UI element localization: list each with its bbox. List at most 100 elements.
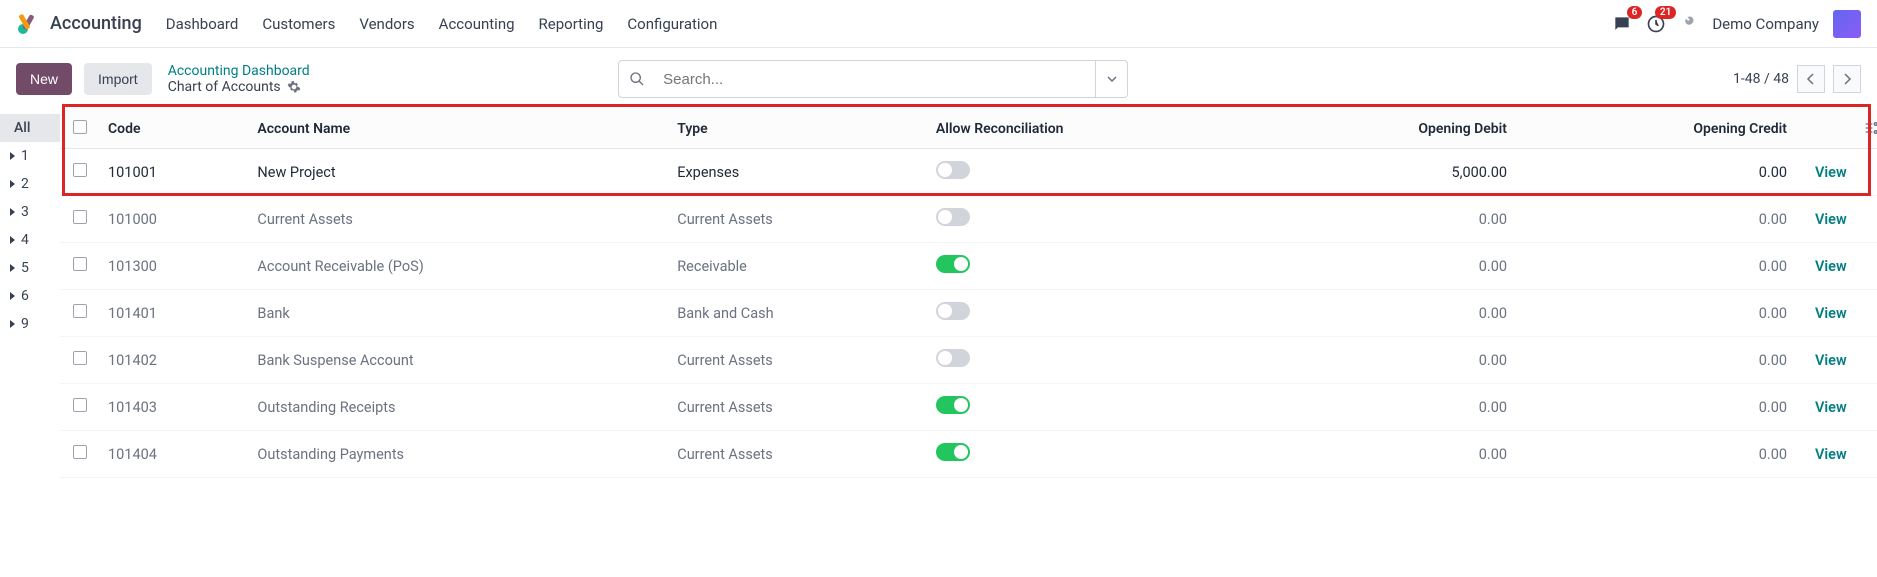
cell-type: Bank and Cash [669, 290, 928, 337]
view-link[interactable]: View [1815, 305, 1847, 322]
pager-next[interactable] [1833, 65, 1861, 93]
activities-button[interactable]: 21 [1646, 14, 1666, 34]
sidebar-item-4[interactable]: 4 [0, 226, 60, 254]
cell-code: 101000 [100, 196, 249, 243]
row-checkbox[interactable] [73, 210, 87, 224]
table-row[interactable]: 101403Outstanding ReceiptsCurrent Assets… [60, 384, 1877, 431]
sidebar: All 1234569 [0, 110, 60, 478]
user-avatar[interactable] [1833, 10, 1861, 38]
cell-code: 101404 [100, 431, 249, 478]
row-checkbox[interactable] [73, 398, 87, 412]
reconcile-toggle[interactable] [936, 349, 970, 367]
table-row[interactable]: 101402Bank Suspense AccountCurrent Asset… [60, 337, 1877, 384]
header-name[interactable]: Account Name [249, 110, 669, 149]
cell-credit: 0.00 [1527, 384, 1807, 431]
search-input[interactable] [655, 71, 1095, 88]
cell-reconcile [928, 384, 1259, 431]
caret-right-icon [10, 320, 15, 328]
cell-debit: 0.00 [1258, 431, 1527, 478]
search-icon [619, 71, 655, 87]
cell-type: Current Assets [669, 196, 928, 243]
nav-accounting[interactable]: Accounting [439, 15, 515, 33]
sidebar-item-9[interactable]: 9 [0, 310, 60, 338]
header-checkbox [60, 110, 100, 149]
row-checkbox[interactable] [73, 163, 87, 177]
cell-debit: 5,000.00 [1258, 149, 1527, 196]
table-row[interactable]: 101000Current AssetsCurrent Assets0.000.… [60, 196, 1877, 243]
tools-button[interactable] [1680, 15, 1698, 33]
sidebar-item-all[interactable]: All [0, 114, 60, 142]
sidebar-item-1[interactable]: 1 [0, 142, 60, 170]
caret-right-icon [10, 180, 15, 188]
view-link[interactable]: View [1815, 211, 1847, 228]
cell-name: Outstanding Receipts [249, 384, 669, 431]
reconcile-toggle[interactable] [936, 208, 970, 226]
view-link[interactable]: View [1815, 352, 1847, 369]
reconcile-toggle[interactable] [936, 396, 970, 414]
gear-icon[interactable] [287, 80, 301, 94]
view-link[interactable]: View [1815, 399, 1847, 416]
sidebar-item-3[interactable]: 3 [0, 198, 60, 226]
search-dropdown[interactable] [1095, 61, 1127, 97]
cell-name: Outstanding Payments [249, 431, 669, 478]
header-credit[interactable]: Opening Credit [1527, 110, 1807, 149]
table-row[interactable]: 101404Outstanding PaymentsCurrent Assets… [60, 431, 1877, 478]
reconcile-toggle[interactable] [936, 161, 970, 179]
header-debit[interactable]: Opening Debit [1258, 110, 1527, 149]
sidebar-item-2[interactable]: 2 [0, 170, 60, 198]
nav-configuration[interactable]: Configuration [627, 15, 717, 33]
cell-code: 101300 [100, 243, 249, 290]
cell-reconcile [928, 196, 1259, 243]
row-checkbox[interactable] [73, 351, 87, 365]
row-checkbox[interactable] [73, 445, 87, 459]
reconcile-toggle[interactable] [936, 443, 970, 461]
header-type[interactable]: Type [669, 110, 928, 149]
search-box [618, 60, 1128, 98]
sidebar-item-5[interactable]: 5 [0, 254, 60, 282]
caret-right-icon [10, 208, 15, 216]
options-icon[interactable] [1863, 120, 1877, 136]
select-all-checkbox[interactable] [73, 120, 87, 134]
header-code[interactable]: Code [100, 110, 249, 149]
view-link[interactable]: View [1815, 164, 1847, 181]
nav-dashboard[interactable]: Dashboard [166, 15, 239, 33]
nav-customers[interactable]: Customers [262, 15, 335, 33]
breadcrumb: Accounting Dashboard Chart of Accounts [168, 63, 310, 95]
reconcile-toggle[interactable] [936, 302, 970, 320]
nav-vendors[interactable]: Vendors [359, 15, 414, 33]
table-row[interactable]: 101300Account Receivable (PoS)Receivable… [60, 243, 1877, 290]
nav-right: 6 21 Demo Company [1612, 10, 1861, 38]
cell-credit: 0.00 [1527, 243, 1807, 290]
chevron-right-icon [1842, 73, 1852, 85]
new-button[interactable]: New [16, 63, 72, 95]
row-checkbox[interactable] [73, 304, 87, 318]
header-reconcile[interactable]: Allow Reconciliation [928, 110, 1259, 149]
pager-text: 1-48 / 48 [1733, 71, 1789, 87]
cell-credit: 0.00 [1527, 337, 1807, 384]
cell-type: Receivable [669, 243, 928, 290]
table-container: Code Account Name Type Allow Reconciliat… [60, 110, 1877, 478]
table-row[interactable]: 101401BankBank and Cash0.000.00View [60, 290, 1877, 337]
breadcrumb-parent[interactable]: Accounting Dashboard [168, 63, 310, 79]
caret-right-icon [10, 236, 15, 244]
nav-reporting[interactable]: Reporting [539, 15, 604, 33]
cell-debit: 0.00 [1258, 384, 1527, 431]
breadcrumb-current: Chart of Accounts [168, 79, 310, 95]
chevron-left-icon [1806, 73, 1816, 85]
caret-right-icon [10, 264, 15, 272]
view-link[interactable]: View [1815, 446, 1847, 463]
messages-button[interactable]: 6 [1612, 14, 1632, 34]
accounts-table: Code Account Name Type Allow Reconciliat… [60, 110, 1877, 478]
import-button[interactable]: Import [84, 63, 152, 95]
cell-debit: 0.00 [1258, 196, 1527, 243]
pager-prev[interactable] [1797, 65, 1825, 93]
table-row[interactable]: 101001New ProjectExpenses5,000.000.00Vie… [60, 149, 1877, 196]
reconcile-toggle[interactable] [936, 255, 970, 273]
company-name[interactable]: Demo Company [1712, 15, 1819, 33]
cell-name: Account Receivable (PoS) [249, 243, 669, 290]
view-link[interactable]: View [1815, 258, 1847, 275]
sidebar-item-6[interactable]: 6 [0, 282, 60, 310]
nav-menu: Dashboard Customers Vendors Accounting R… [166, 15, 1613, 33]
row-checkbox[interactable] [73, 257, 87, 271]
cell-debit: 0.00 [1258, 337, 1527, 384]
